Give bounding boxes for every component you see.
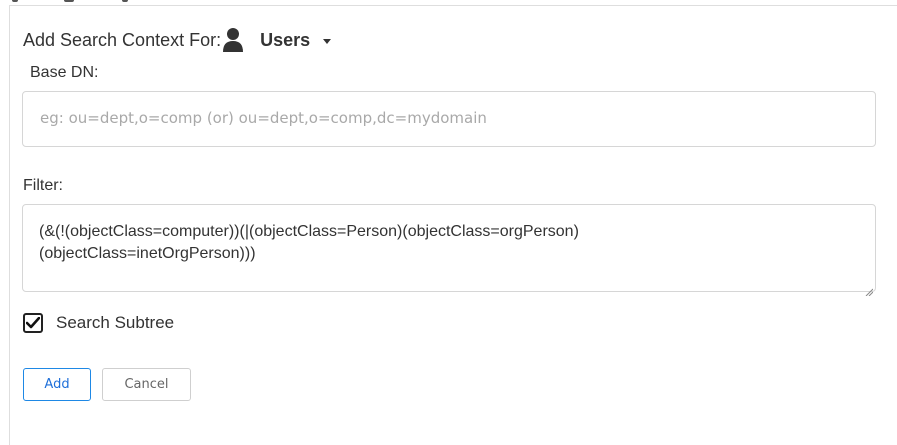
resize-handle-icon[interactable] (865, 281, 874, 297)
header-label: Add Search Context For: (23, 29, 222, 50)
user-icon (222, 27, 244, 53)
filter-line-2: (objectClass=inetOrgPerson))) (39, 245, 256, 262)
search-subtree-row[interactable]: Search Subtree (23, 313, 174, 333)
filter-textarea[interactable]: (&(!(objectClass=computer))(|(objectClas… (22, 204, 876, 297)
checkmark-icon (26, 317, 40, 329)
filter-value: (&(!(objectClass=computer))(|(objectClas… (39, 221, 819, 265)
context-type-value: Users (260, 29, 311, 50)
base-dn-label: Base DN: (30, 64, 99, 81)
base-dn-input[interactable]: eg: ou=dept,o=comp (or) ou=dept,o=comp,d… (22, 91, 876, 147)
filter-label: Filter: (23, 177, 63, 194)
context-type-dropdown[interactable]: Users (260, 29, 332, 51)
search-subtree-checkbox[interactable] (23, 313, 43, 333)
filter-line-1: (&(!(objectClass=computer))(|(objectClas… (39, 223, 579, 240)
search-subtree-label: Search Subtree (56, 313, 175, 332)
add-button[interactable]: Add (23, 368, 91, 401)
base-dn-placeholder: eg: ou=dept,o=comp (or) ou=dept,o=comp,d… (40, 109, 487, 127)
search-context-header: Add Search Context For: Users (23, 24, 332, 56)
cancel-button[interactable]: Cancel (102, 368, 191, 401)
caret-down-icon (323, 38, 332, 44)
